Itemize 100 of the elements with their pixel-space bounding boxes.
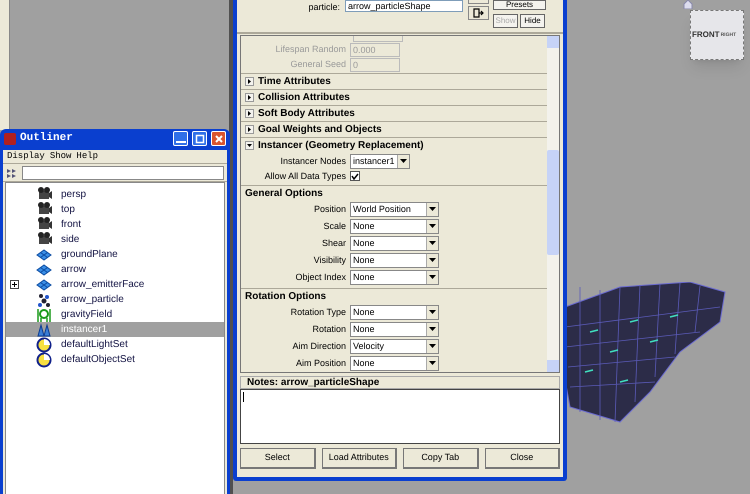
notes-title: Notes: arrow_particleShape xyxy=(240,376,560,389)
section-header[interactable]: Soft Body Attributes xyxy=(241,104,547,121)
outliner-item[interactable]: top xyxy=(6,202,224,217)
dropdown[interactable]: None xyxy=(350,236,439,251)
triangle-right-icon xyxy=(247,110,252,116)
item-label: persp xyxy=(61,188,86,202)
close-icon xyxy=(214,134,224,144)
outliner-item[interactable]: arrow xyxy=(6,262,224,277)
section-header[interactable]: Collision Attributes xyxy=(241,88,547,105)
field-label: Lifespan Random xyxy=(274,42,347,56)
outliner-item[interactable]: arrow_emitterFace xyxy=(6,277,224,292)
outliner-item[interactable]: gravityField xyxy=(6,307,224,322)
field-label: Rotation Type xyxy=(290,306,347,319)
scroll-thumb[interactable] xyxy=(547,150,559,255)
field-label: Aim Direction xyxy=(291,340,347,353)
outliner-item[interactable]: defaultLightSet xyxy=(6,337,224,352)
dropdown[interactable]: None xyxy=(350,322,439,337)
caret-icon xyxy=(429,310,436,314)
section-title: Collision Attributes xyxy=(258,90,350,105)
section-header[interactable]: Time Attributes xyxy=(241,72,547,89)
triangle-right-icon xyxy=(247,94,252,100)
outliner-item[interactable]: defaultObjectSet xyxy=(6,352,224,367)
grid-plane-icon xyxy=(36,262,52,278)
caret-icon xyxy=(429,224,436,228)
app-icon xyxy=(4,132,16,144)
triangle-right-icon xyxy=(247,126,252,132)
outliner-item[interactable]: front xyxy=(6,217,224,232)
instancer-icon xyxy=(36,322,52,338)
set-icon xyxy=(36,336,52,352)
notes-text-area[interactable] xyxy=(240,389,560,444)
dropdown[interactable]: Velocity xyxy=(350,338,439,354)
dropdown-value: Velocity xyxy=(352,340,386,353)
focus-button[interactable] xyxy=(468,6,489,20)
grid-plane-icon xyxy=(36,276,52,292)
outliner-item[interactable]: side xyxy=(6,232,224,247)
dropdown[interactable]: None xyxy=(350,270,439,285)
node-name-field[interactable]: arrow_particleShape xyxy=(345,0,463,12)
outliner-item[interactable]: persp xyxy=(6,187,224,202)
dropdown-value: None xyxy=(352,270,376,284)
node-type-label: particle: xyxy=(307,1,341,14)
button[interactable]: Close xyxy=(484,448,560,469)
button[interactable]: Select xyxy=(240,448,316,469)
dropdown[interactable]: instancer1 xyxy=(350,154,410,169)
field-label: Scale xyxy=(322,220,347,233)
caret-icon xyxy=(429,241,436,246)
grid-plane-icon xyxy=(36,246,52,262)
caret-icon xyxy=(429,327,436,332)
dropdown-value: None xyxy=(352,254,376,267)
outliner-item[interactable]: groundPlane xyxy=(6,247,224,262)
section-header[interactable]: Goal Weights and Objects xyxy=(241,120,547,137)
button[interactable]: Hide xyxy=(520,14,545,28)
dropdown-value: World Position xyxy=(352,202,412,216)
item-label: gravityField xyxy=(61,308,112,322)
minimize-icon xyxy=(176,141,186,143)
field-icon xyxy=(36,306,52,322)
dropdown[interactable]: None xyxy=(350,304,439,320)
filter-field[interactable] xyxy=(22,166,224,180)
window-title: Outliner xyxy=(20,131,74,146)
group-title: Rotation Options xyxy=(245,290,326,304)
maximize-icon xyxy=(194,134,204,144)
item-label: side xyxy=(61,233,80,247)
checkbox[interactable] xyxy=(350,171,360,182)
dropdown[interactable]: World Position xyxy=(350,202,439,217)
caret-icon xyxy=(400,159,407,164)
field-label: Object Index xyxy=(294,270,347,284)
triangle-down-icon xyxy=(247,142,252,148)
item-label: arrow_emitterFace xyxy=(61,278,144,292)
field-label: Position xyxy=(312,202,347,216)
item-label: defaultLightSet xyxy=(61,338,128,352)
presets-button[interactable]: Presets xyxy=(493,0,546,10)
button[interactable]: Copy Tab xyxy=(403,448,478,469)
caret-icon xyxy=(429,258,436,262)
dropdown[interactable]: None xyxy=(350,252,439,268)
item-label: front xyxy=(61,218,82,232)
menu-item[interactable]: Show xyxy=(50,150,72,164)
outliner-item[interactable]: arrow_particle xyxy=(6,292,224,307)
field-label: General Seed xyxy=(289,58,347,72)
field-label: Visibility xyxy=(312,254,347,267)
dropdown-value: None xyxy=(352,236,376,250)
menu-item[interactable]: Help xyxy=(76,150,98,164)
field-label: Rotation xyxy=(311,322,347,336)
section-title: Time Attributes xyxy=(258,74,331,89)
dropdown[interactable]: None xyxy=(350,218,439,234)
field-label: Shear xyxy=(320,236,347,250)
menu-item[interactable]: Display xyxy=(7,150,45,164)
item-label: groundPlane xyxy=(61,248,118,262)
section-header[interactable]: Instancer (Geometry Replacement) xyxy=(241,136,547,153)
caret-icon xyxy=(429,344,436,348)
group-title: General Options xyxy=(245,186,323,201)
scrollbar[interactable] xyxy=(547,36,559,372)
maximize-button[interactable] xyxy=(192,131,207,146)
home-icon xyxy=(683,0,693,9)
minimize-button[interactable] xyxy=(173,131,188,146)
dropdown[interactable]: None xyxy=(350,356,439,371)
button[interactable]: Load Attributes xyxy=(322,448,397,469)
close-button[interactable] xyxy=(211,131,226,146)
field-label: Allow All Data Types xyxy=(264,170,347,183)
particles-icon xyxy=(36,292,52,308)
triangle-right-icon xyxy=(247,78,252,84)
text-cursor xyxy=(243,392,244,402)
